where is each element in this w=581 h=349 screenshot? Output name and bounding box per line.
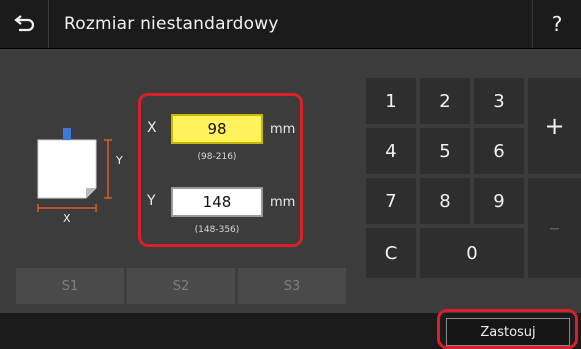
x-range-hint: (98-216) bbox=[197, 152, 237, 162]
key-1[interactable]: 1 bbox=[366, 78, 416, 124]
header-bar: Rozmiar niestandardowy ? bbox=[0, 0, 581, 49]
key-5[interactable]: 5 bbox=[420, 128, 470, 174]
y-range-hint: (148-356) bbox=[194, 225, 240, 235]
key-minus[interactable]: – bbox=[528, 178, 581, 278]
y-size-input[interactable]: 148 bbox=[171, 187, 263, 217]
page-title: Rozmiar niestandardowy bbox=[64, 14, 279, 34]
preset-s2-button[interactable]: S2 bbox=[127, 268, 235, 304]
paper-size-illustration: Y X bbox=[30, 110, 130, 228]
preset-s3-button[interactable]: S3 bbox=[238, 268, 346, 304]
back-button[interactable] bbox=[0, 0, 49, 48]
y-field-label: Y bbox=[147, 193, 156, 209]
key-plus[interactable]: + bbox=[528, 78, 581, 174]
key-9[interactable]: 9 bbox=[474, 178, 524, 224]
paper-diagram: Y X bbox=[37, 110, 123, 225]
size-input-group: X 98 mm (98-216) Y 148 mm (148-356) bbox=[138, 93, 303, 247]
y-dimension-label: Y bbox=[115, 154, 123, 167]
feed-direction-arrow-icon bbox=[57, 110, 77, 140]
apply-button[interactable]: Zastosuj bbox=[446, 318, 570, 346]
key-6[interactable]: 6 bbox=[474, 128, 524, 174]
key-clear[interactable]: C bbox=[366, 228, 416, 278]
x-dimension-label: X bbox=[63, 212, 71, 225]
key-0[interactable]: 0 bbox=[420, 228, 524, 278]
key-4[interactable]: 4 bbox=[366, 128, 416, 174]
key-3[interactable]: 3 bbox=[474, 78, 524, 124]
help-button[interactable]: ? bbox=[532, 0, 581, 48]
x-unit-label: mm bbox=[270, 122, 296, 137]
x-field-label: X bbox=[147, 120, 157, 136]
x-size-input[interactable]: 98 bbox=[171, 114, 263, 144]
key-2[interactable]: 2 bbox=[420, 78, 470, 124]
back-arrow-icon bbox=[14, 15, 35, 32]
y-unit-label: mm bbox=[270, 195, 296, 210]
key-7[interactable]: 7 bbox=[366, 178, 416, 224]
screen: Rozmiar niestandardowy ? Y X X 98 mm (98… bbox=[0, 0, 581, 349]
key-8[interactable]: 8 bbox=[420, 178, 470, 224]
preset-s1-button[interactable]: S1 bbox=[16, 268, 124, 304]
